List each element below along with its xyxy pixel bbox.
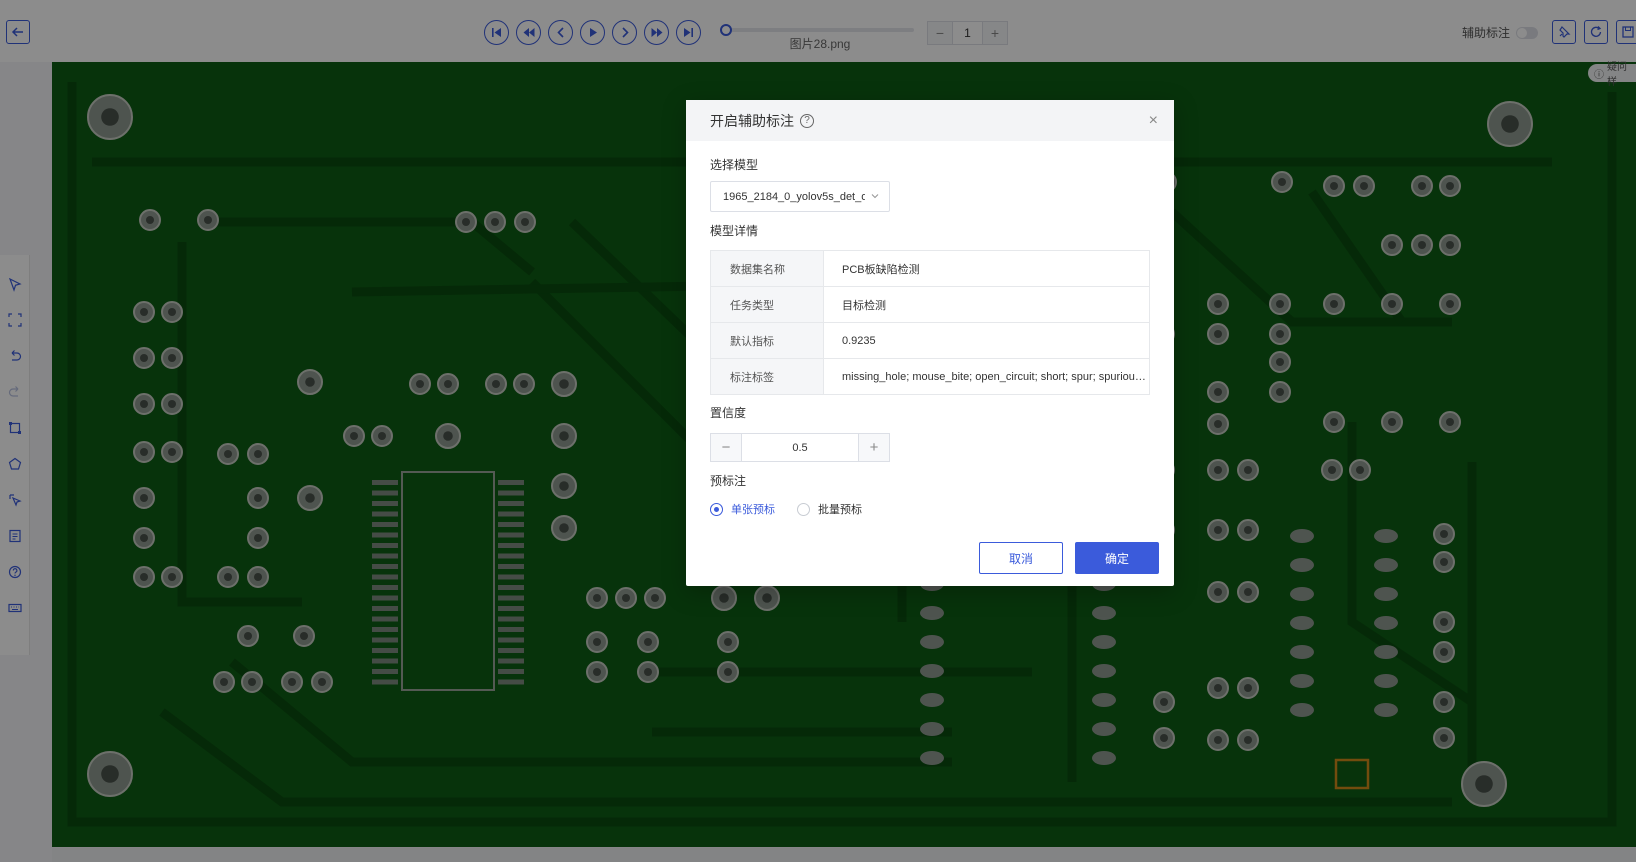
table-row: 数据集名称 PCB板缺陷检测 (710, 250, 1150, 287)
prelabel-label: 预标注 (710, 474, 747, 488)
select-model-label: 选择模型 (710, 158, 759, 172)
table-row: 任务类型 目标检测 (710, 286, 1150, 323)
detail-key: 任务类型 (710, 286, 824, 323)
dialog-header: 开启辅助标注 ? × (686, 100, 1174, 141)
radio-batch-label: 批量预标 (818, 504, 862, 516)
confidence-plus-button[interactable]: + (859, 434, 889, 461)
help-circle-icon[interactable]: ? (800, 113, 814, 128)
assist-label-dialog: 开启辅助标注 ? × 选择模型 1965_2184_0_yolov5s_det_… (686, 100, 1174, 586)
model-details-label: 模型详情 (710, 224, 759, 238)
radio-dot[interactable] (797, 502, 810, 516)
close-icon[interactable]: × (1149, 112, 1158, 130)
confirm-button[interactable]: 确定 (1075, 542, 1159, 574)
confidence-minus-button[interactable]: − (711, 434, 741, 461)
detail-value: PCB板缺陷检测 (823, 250, 1150, 287)
radio-dot[interactable] (710, 502, 723, 516)
radio-single-label: 单张预标 (731, 504, 775, 516)
confidence-input[interactable]: 0.5 (741, 434, 859, 461)
detail-value: 目标检测 (823, 286, 1150, 323)
detail-key: 标注标签 (710, 358, 824, 395)
model-details-table: 数据集名称 PCB板缺陷检测 任务类型 目标检测 默认指标 0.9235 标注标签 mi… (710, 250, 1150, 395)
cancel-button[interactable]: 取消 (979, 542, 1063, 574)
prelabel-radio-group: 单张预标 批量预标 (710, 501, 862, 517)
detail-value: missing_hole; mouse_bite; open_circuit; … (823, 358, 1150, 395)
dialog-title: 开启辅助标注 (710, 112, 794, 129)
detail-key: 默认指标 (710, 322, 824, 359)
table-row: 标注标签 missing_hole; mouse_bite; open_circu… (710, 358, 1150, 395)
confidence-stepper: − 0.5 + (710, 433, 890, 462)
detail-key: 数据集名称 (710, 250, 824, 287)
confidence-label: 置信度 (710, 406, 747, 420)
radio-single[interactable]: 单张预标 (710, 501, 775, 517)
model-select[interactable]: 1965_2184_0_yolov5s_det_on (710, 181, 890, 212)
chevron-down-icon (871, 194, 879, 199)
model-select-value: 1965_2184_0_yolov5s_det_on (723, 190, 865, 203)
table-row: 默认指标 0.9235 (710, 322, 1150, 359)
radio-batch[interactable]: 批量预标 (797, 501, 862, 517)
detail-value: 0.9235 (823, 322, 1150, 359)
